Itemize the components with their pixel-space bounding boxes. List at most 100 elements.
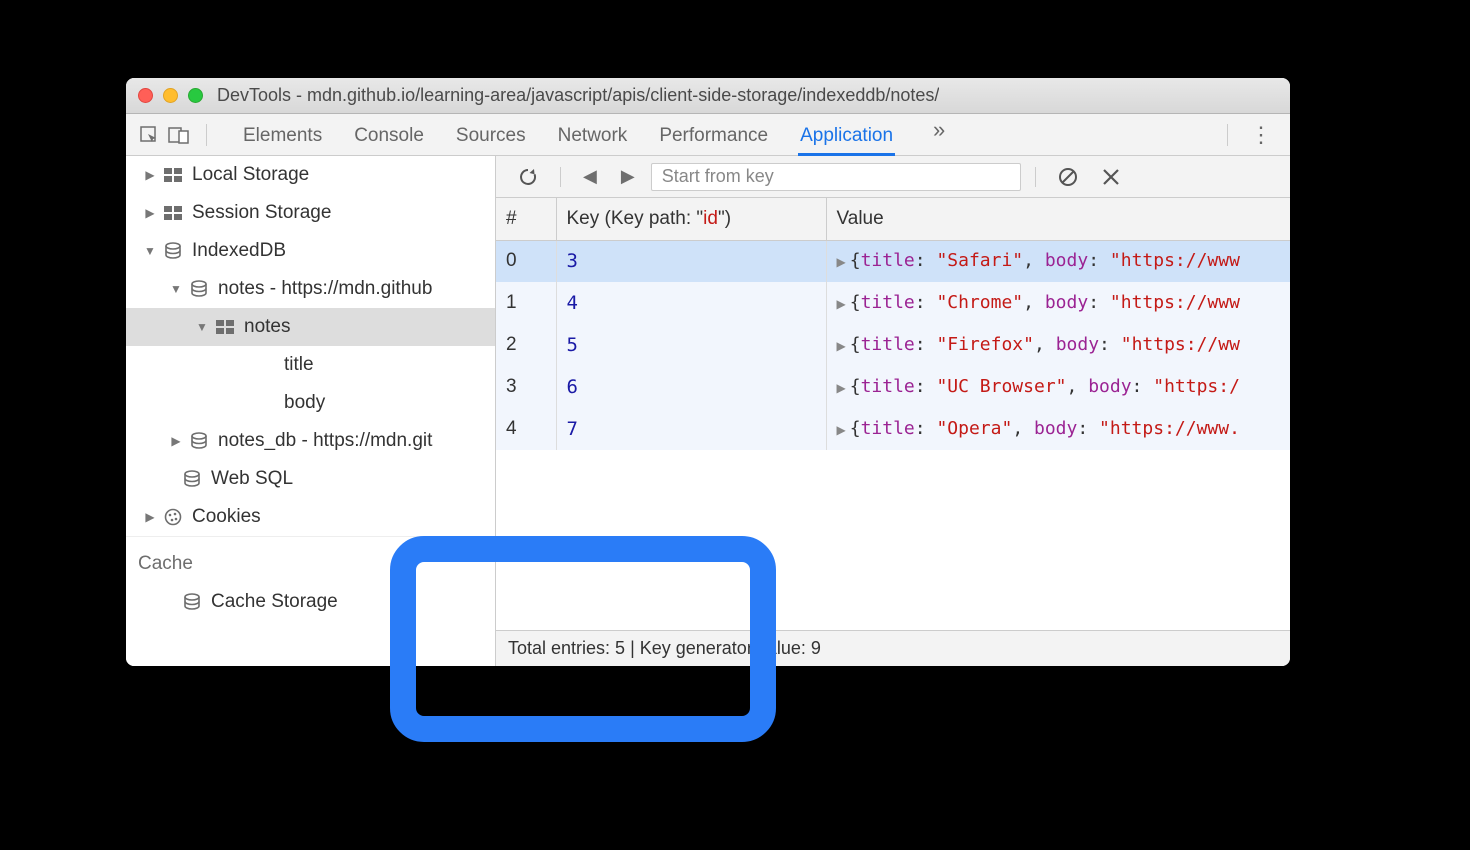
- table-row[interactable]: 03▶{title: "Safari", body: "https://www: [496, 240, 1290, 282]
- storage-tree: Local Storage Session Storage IndexedDB not…: [126, 156, 495, 536]
- tree-item-label: body: [284, 392, 325, 414]
- db-icon: [162, 242, 184, 260]
- tree-item[interactable]: title: [126, 346, 495, 384]
- tree-item-label: Cache Storage: [211, 591, 338, 613]
- sub-separator: [1035, 167, 1036, 187]
- sub-separator: [560, 167, 561, 187]
- caret-icon[interactable]: [144, 206, 156, 220]
- grid-icon: [162, 206, 184, 220]
- cell-value: ▶{title: "Opera", body: "https://www.: [826, 408, 1290, 450]
- main-area: Local Storage Session Storage IndexedDB not…: [126, 156, 1290, 666]
- tree-item-label: notes: [244, 316, 290, 338]
- devtools-window: DevTools - mdn.github.io/learning-area/j…: [126, 78, 1290, 666]
- tab-application[interactable]: Application: [798, 117, 895, 153]
- tab-network[interactable]: Network: [556, 117, 630, 153]
- sidebar-spacer: Cache Cache Storage: [126, 536, 495, 666]
- cache-tree: Cache Storage: [126, 583, 495, 621]
- window-title: DevTools - mdn.github.io/learning-area/j…: [217, 85, 939, 106]
- inspect-icon[interactable]: [136, 122, 162, 148]
- table-row[interactable]: 25▶{title: "Firefox", body: "https://ww: [496, 324, 1290, 366]
- cell-key: 6: [556, 366, 826, 408]
- cell-key: 7: [556, 408, 826, 450]
- tree-item[interactable]: Web SQL: [126, 460, 495, 498]
- next-page-icon[interactable]: ▶: [613, 166, 643, 187]
- tree-item[interactable]: Cookies: [126, 498, 495, 536]
- traffic-lights: [138, 88, 203, 103]
- data-table: # Key (Key path: "id") Value 03▶{title: …: [496, 198, 1290, 450]
- caret-icon[interactable]: [196, 320, 208, 334]
- tab-console[interactable]: Console: [352, 117, 426, 153]
- panel-tabs: Elements Console Sources Network Perform…: [241, 117, 1213, 153]
- cell-index: 1: [496, 282, 556, 324]
- table-row[interactable]: 14▶{title: "Chrome", body: "https://www: [496, 282, 1290, 324]
- tree-item[interactable]: body: [126, 384, 495, 422]
- tree-item-label: IndexedDB: [192, 240, 286, 262]
- tree-item-label: notes - https://mdn.github: [218, 278, 432, 300]
- window-minimize-button[interactable]: [163, 88, 178, 103]
- cell-key: 3: [556, 240, 826, 282]
- cell-index: 4: [496, 408, 556, 450]
- cell-index: 0: [496, 240, 556, 282]
- data-table-wrap: # Key (Key path: "id") Value 03▶{title: …: [496, 198, 1290, 630]
- tree-item[interactable]: notes_db - https://mdn.git: [126, 422, 495, 460]
- sidebar: Local Storage Session Storage IndexedDB not…: [126, 156, 496, 666]
- col-index[interactable]: #: [496, 198, 556, 240]
- window-close-button[interactable]: [138, 88, 153, 103]
- tree-item[interactable]: Local Storage: [126, 156, 495, 194]
- tree-item-label: Local Storage: [192, 164, 309, 186]
- grid-icon: [162, 168, 184, 182]
- col-key[interactable]: Key (Key path: "id"): [556, 198, 826, 240]
- tree-item-label: title: [284, 354, 314, 376]
- cell-value: ▶{title: "Chrome", body: "https://www: [826, 282, 1290, 324]
- table-row[interactable]: 36▶{title: "UC Browser", body: "https:/: [496, 366, 1290, 408]
- tree-item[interactable]: Cache Storage: [126, 583, 495, 621]
- cell-value: ▶{title: "Firefox", body: "https://ww: [826, 324, 1290, 366]
- tree-item[interactable]: Session Storage: [126, 194, 495, 232]
- caret-icon[interactable]: [144, 168, 156, 182]
- kebab-menu-icon[interactable]: ⋮: [1242, 122, 1280, 148]
- table-row[interactable]: 47▶{title: "Opera", body: "https://www.: [496, 408, 1290, 450]
- tab-performance[interactable]: Performance: [657, 117, 770, 153]
- tree-item-label: Web SQL: [211, 468, 293, 490]
- tree-item-label: Cookies: [192, 506, 261, 528]
- window-maximize-button[interactable]: [188, 88, 203, 103]
- content-pane: ◀ ▶ # Key (K: [496, 156, 1290, 666]
- clear-icon[interactable]: [1050, 167, 1086, 187]
- cell-index: 3: [496, 366, 556, 408]
- tree-item-label: Session Storage: [192, 202, 331, 224]
- caret-icon[interactable]: [144, 510, 156, 524]
- cell-value: ▶{title: "UC Browser", body: "https:/: [826, 366, 1290, 408]
- cell-index: 2: [496, 324, 556, 366]
- sidebar-section-cache: Cache: [126, 537, 495, 583]
- caret-icon[interactable]: [170, 282, 182, 296]
- start-key-input[interactable]: [651, 163, 1021, 191]
- col-value[interactable]: Value: [826, 198, 1290, 240]
- tab-elements[interactable]: Elements: [241, 117, 324, 153]
- cell-value: ▶{title: "Safari", body: "https://www: [826, 240, 1290, 282]
- main-toolbar: Elements Console Sources Network Perform…: [126, 114, 1290, 156]
- sub-toolbar: ◀ ▶: [496, 156, 1290, 198]
- grid-icon: [214, 320, 236, 334]
- titlebar: DevTools - mdn.github.io/learning-area/j…: [126, 78, 1290, 114]
- device-toggle-icon[interactable]: [166, 122, 192, 148]
- cookie-icon: [162, 508, 184, 526]
- cell-key: 4: [556, 282, 826, 324]
- tree-item[interactable]: notes - https://mdn.github: [126, 270, 495, 308]
- toolbar-separator: [1227, 124, 1228, 146]
- tree-item[interactable]: notes: [126, 308, 495, 346]
- delete-icon[interactable]: [1094, 168, 1128, 186]
- footer-text: Total entries: 5 | Key generator value: …: [508, 638, 821, 659]
- caret-icon[interactable]: [144, 244, 156, 258]
- tree-item[interactable]: IndexedDB: [126, 232, 495, 270]
- db-icon: [181, 593, 203, 611]
- status-footer: Total entries: 5 | Key generator value: …: [496, 630, 1290, 666]
- db-icon: [188, 432, 210, 450]
- db-icon: [181, 470, 203, 488]
- tree-item-label: notes_db - https://mdn.git: [218, 430, 432, 452]
- overflow-chevron[interactable]: »: [923, 117, 955, 153]
- prev-page-icon[interactable]: ◀: [575, 166, 605, 187]
- refresh-icon[interactable]: [510, 167, 546, 187]
- cell-key: 5: [556, 324, 826, 366]
- tab-sources[interactable]: Sources: [454, 117, 528, 153]
- caret-icon[interactable]: [170, 434, 182, 448]
